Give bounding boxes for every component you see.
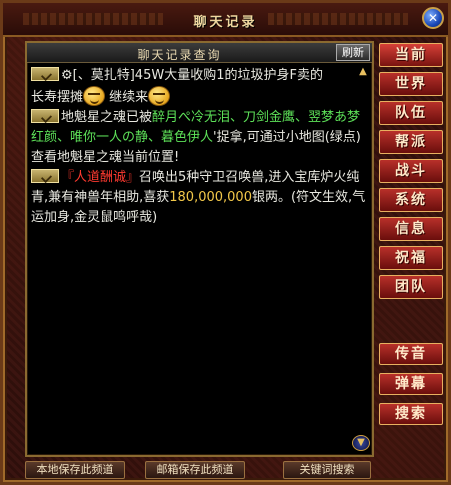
chat-log-panel: 聊天记录查询 刷新 ⚙[、莫扎特]45W大量收购1的垃圾护身F卖的 长寿摆摊 继… [25,41,374,457]
chat-history-window: 聊天记录 ✕ 聊天记录查询 刷新 ⚙[、莫扎特]45W大量收购1的垃圾护身F卖的… [0,0,451,485]
message-text-cont: 长寿摆摊 [31,90,84,105]
player-name[interactable]: 『人道酬诚』 [61,170,139,185]
tab-info[interactable]: 信息 [379,217,443,241]
bottom-toolbar: 本地保存此频道 邮箱保存此频道 关键词搜索 [25,461,425,481]
panel-header: 聊天记录查询 刷新 [27,43,372,63]
channel-speaker-icon[interactable] [31,67,59,81]
save-local-button[interactable]: 本地保存此频道 [25,461,125,479]
action-tabs: 传音 弹幕 搜索 [377,343,447,433]
smiley-emoji-icon [83,86,106,106]
tab-system[interactable]: 系统 [379,188,443,212]
message-text: 地魁星之魂已被 [61,110,153,125]
chat-message-list[interactable]: ⚙[、莫扎特]45W大量收购1的垃圾护身F卖的 长寿摆摊 继续来 地魁星之魂已被… [31,66,367,426]
channel-speaker-icon[interactable] [31,169,59,183]
tab-guild[interactable]: 帮派 [379,130,443,154]
scroll-up-icon[interactable]: ▲ [356,65,370,79]
chat-message: 地魁星之魂已被醉月ぺ冷无泪、刀剑金鹰、翌梦あ梦红颜、唯你一人の静、暮色伊人'捉拿… [31,108,367,168]
tab-battle[interactable]: 战斗 [379,159,443,183]
scroll-down-icon[interactable]: ▼ [352,435,370,451]
whisper-button[interactable]: 传音 [379,343,443,365]
channel-speaker-icon[interactable] [31,109,59,123]
chat-message: ⚙[、莫扎特]45W大量收购1的垃圾护身F卖的 长寿摆摊 继续来 [31,66,367,108]
tab-team[interactable]: 队伍 [379,101,443,125]
title-bar[interactable]: 聊天记录 ✕ [3,3,448,37]
message-text: ⚙[、莫扎特]45W大量收购1的垃圾护身F卖的 [61,68,323,83]
tab-world[interactable]: 世界 [379,72,443,96]
close-icon[interactable]: ✕ [422,7,444,29]
channel-tabs: 当前 世界 队伍 帮派 战斗 系统 信息 祝福 团队 [377,43,447,304]
keyword-search-button[interactable]: 关键词搜索 [283,461,371,479]
refresh-button[interactable]: 刷新 [336,44,370,61]
tab-current[interactable]: 当前 [379,43,443,67]
message-text-mid: 继续来 [105,90,149,105]
save-mail-button[interactable]: 邮箱保存此频道 [145,461,245,479]
smiley-emoji-icon [148,86,171,106]
danmaku-button[interactable]: 弹幕 [379,373,443,395]
tab-group[interactable]: 团队 [379,275,443,299]
panel-title: 聊天记录查询 [137,48,222,62]
reward-amount: 180,000,000 [169,190,252,205]
search-button[interactable]: 搜索 [379,403,443,425]
tab-blessing[interactable]: 祝福 [379,246,443,270]
window-title: 聊天记录 [193,15,258,30]
chat-message: 『人道酬诚』召唤出5种守卫召唤兽,进入宝库炉火纯青,兼有神兽年相助,喜获180,… [31,168,367,228]
